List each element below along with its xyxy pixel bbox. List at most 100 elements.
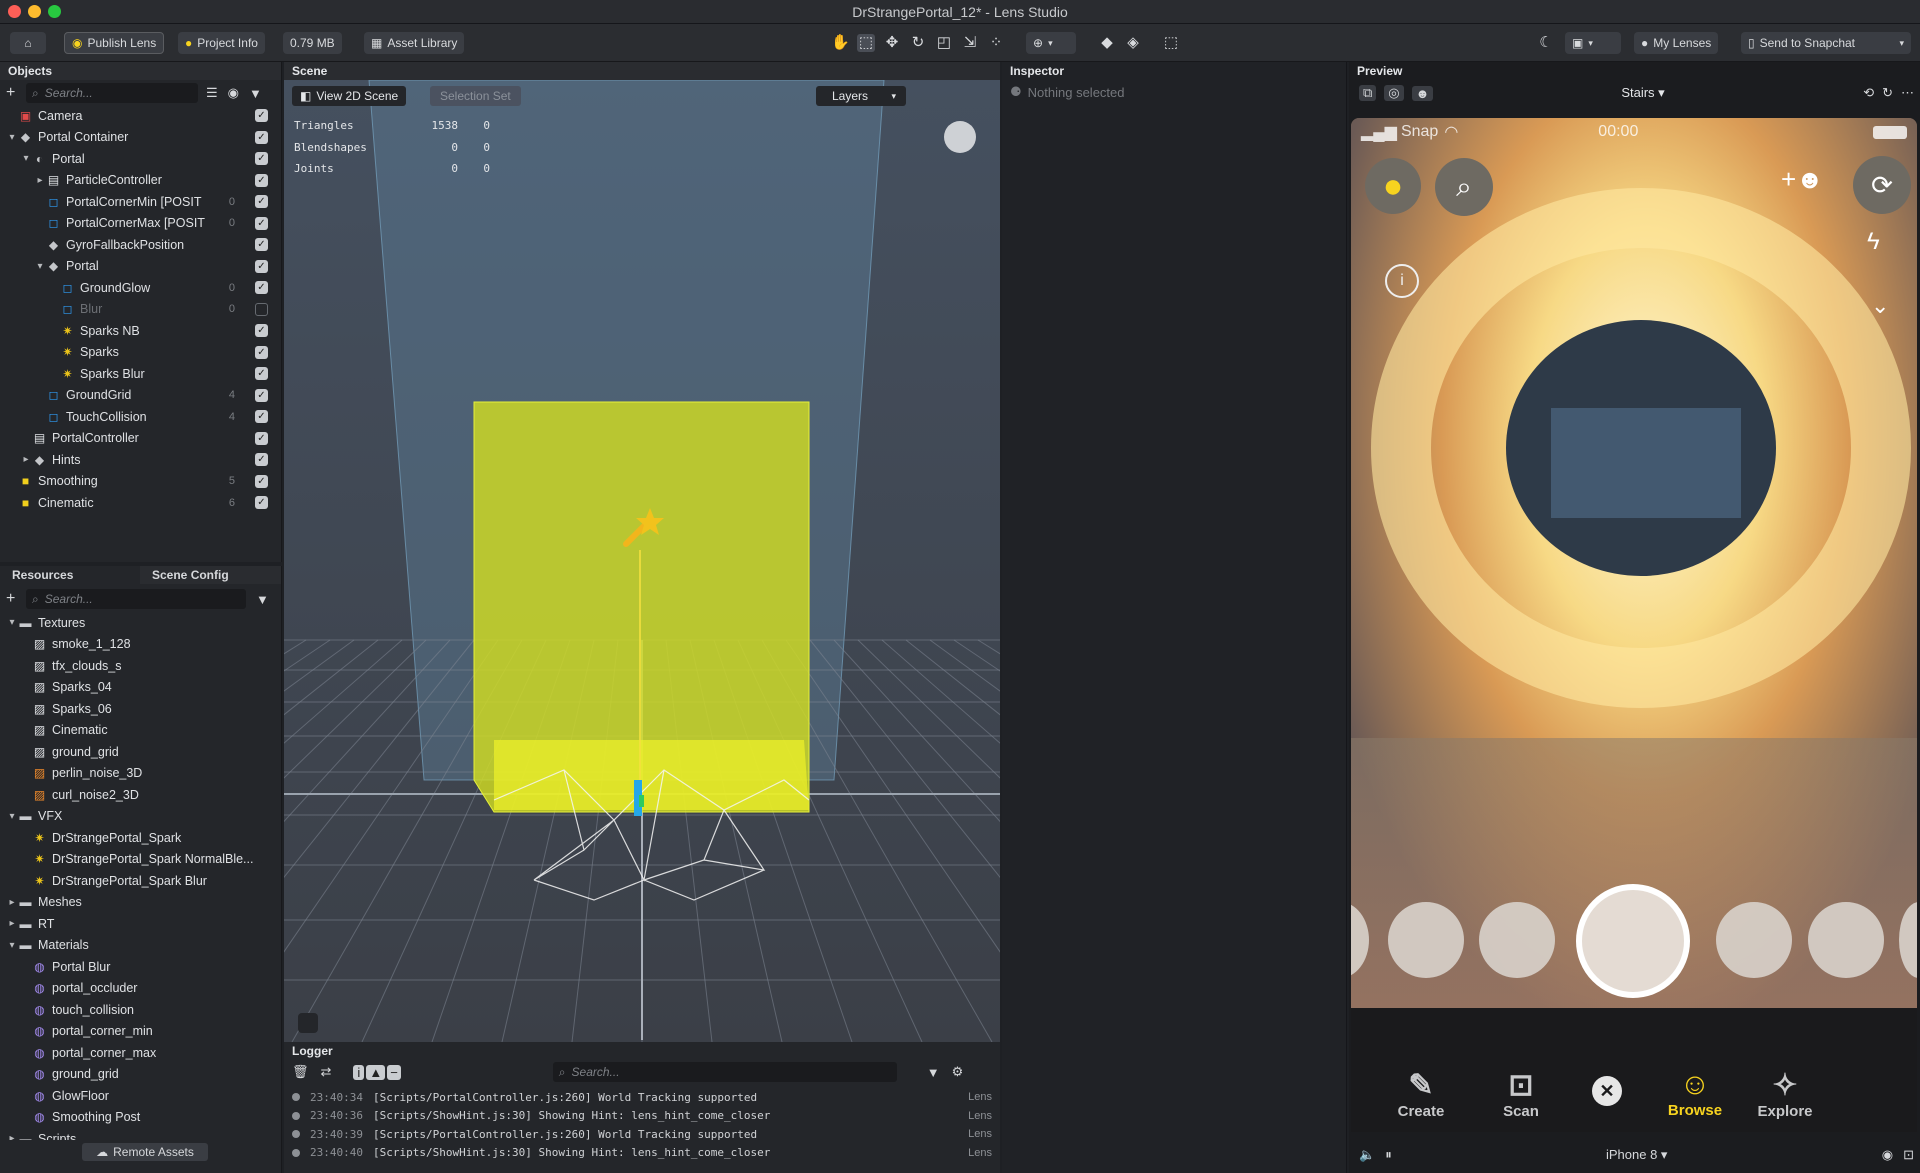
enabled-checkbox[interactable]: ✓ (255, 324, 268, 338)
enabled-checkbox[interactable]: ✓ (255, 367, 268, 381)
resource-tree-row[interactable]: ▾ ▬ Materials (0, 935, 280, 957)
shapes-icon[interactable]: ◈ (1124, 34, 1142, 52)
enabled-checkbox[interactable]: ✓ (255, 345, 268, 359)
resource-tree-row[interactable]: ◍ portal_occluder (0, 978, 280, 1000)
resource-tree-row[interactable]: ◍ GlowFloor (0, 1085, 280, 1107)
logger-search-input[interactable]: ⌕ Search... (552, 1062, 897, 1082)
publish-lens-button[interactable]: ◉ Publish Lens (64, 32, 165, 54)
flash-off-icon[interactable]: ϟ (1867, 228, 1880, 256)
filter-icon[interactable]: ▼ (927, 1065, 940, 1080)
webcam-icon[interactable]: ◎ (1384, 85, 1404, 101)
resource-tree-row[interactable]: ◍ portal_corner_min (0, 1021, 280, 1043)
lens-carousel-item[interactable] (1808, 902, 1884, 978)
nav-scan-button[interactable]: ⊡ Scan (1471, 1068, 1571, 1120)
resource-tree-row[interactable]: ▨ perlin_noise_3D (0, 763, 280, 785)
capture-button[interactable] (1576, 884, 1690, 998)
nav-explore-button[interactable]: ✧ Explore (1735, 1068, 1835, 1120)
add-friend-icon[interactable]: +☻ (1781, 164, 1824, 195)
dark-mode-icon[interactable]: ☾ (1537, 34, 1555, 52)
resource-tree-row[interactable]: ▨ curl_noise2_3D (0, 784, 280, 806)
log-row[interactable]: 23:40:34 [Scripts/PortalController.js:260… (292, 1088, 992, 1106)
search-button[interactable]: ⌕ (1435, 158, 1493, 216)
resource-tree-row[interactable]: ✷ DrStrangePortal_Spark NormalBle... (0, 849, 280, 871)
enabled-checkbox[interactable]: ✓ (255, 474, 268, 488)
rect-tool-icon[interactable]: ⇲ (961, 34, 979, 52)
resource-tree-row[interactable]: ▨ smoke_1_128 (0, 634, 280, 656)
object-tree-row[interactable]: ◻ PortalCornerMax [POSIT 0 ✓ (0, 213, 280, 235)
space-dropdown[interactable]: ⊕ ▾ (1026, 32, 1076, 54)
add-object-icon[interactable]: + (6, 84, 26, 102)
settings-gear-icon[interactable]: ⚙ (952, 1064, 964, 1080)
resource-tree-row[interactable]: ▸ ▬ RT (0, 913, 280, 935)
pause-icon[interactable]: ⏸ (1385, 1147, 1392, 1163)
objects-search-input[interactable]: ⌕ Search... (26, 83, 198, 103)
nav-create-button[interactable]: ✎ Create (1371, 1068, 1471, 1120)
info-button[interactable]: i (1385, 264, 1419, 298)
error-filter-icon[interactable]: − (387, 1064, 401, 1080)
chevron-right-icon[interactable]: ▸ (6, 918, 18, 929)
phone-screen[interactable]: ▂▄▆ Snap ◠ 00:00 ● ⌕ +☻ ⟳ ϟ ⌄ i (1351, 118, 1917, 1118)
lens-carousel-item[interactable] (1388, 902, 1464, 978)
device-select-dropdown[interactable]: iPhone 8 ▾ (1606, 1147, 1667, 1163)
chevron-right-icon[interactable]: ▸ (6, 1133, 18, 1140)
log-row[interactable]: 23:40:39 [Scripts/PortalController.js:260… (292, 1125, 992, 1143)
object-tree-row[interactable]: ▸ ◆ Hints ✓ (0, 449, 280, 471)
preview-layout-dropdown[interactable]: ▣ ▾ (1565, 32, 1621, 54)
log-row[interactable]: 23:40:40 [Scripts/ShowHint.js:30] Showing… (292, 1144, 992, 1162)
project-info-button[interactable]: ● Project Info (178, 32, 265, 54)
resource-tree-row[interactable]: ▨ tfx_clouds_s (0, 655, 280, 677)
resource-tree-row[interactable]: ◍ portal_corner_max (0, 1042, 280, 1064)
object-tree-row[interactable]: ◻ Blur 0 (0, 299, 280, 321)
scale-tool-icon[interactable]: ◰ (935, 34, 953, 52)
flip-camera-button[interactable]: ⟳ (1853, 156, 1911, 214)
object-tree-row[interactable]: ■ Cinematic 6 ✓ (0, 492, 280, 514)
enabled-checkbox[interactable]: ✓ (255, 453, 268, 467)
lens-carousel-item[interactable] (1479, 902, 1555, 978)
mute-icon[interactable]: 🔈 (1359, 1147, 1375, 1163)
chevron-down-icon[interactable]: ▾ (6, 617, 18, 628)
object-tree-row[interactable]: ◻ GroundGrid 4 ✓ (0, 385, 280, 407)
object-tree-row[interactable]: ▾ ◆ Portal Container ✓ (0, 127, 280, 149)
filter-icon[interactable]: ▼ (249, 86, 262, 101)
restart-icon[interactable]: ↻ (1882, 85, 1893, 101)
send-to-snapchat-button[interactable]: ▯ Send to Snapchat ▾ (1741, 32, 1911, 54)
chevron-right-icon[interactable]: ▸ (34, 175, 46, 186)
chevron-down-icon[interactable]: ▾ (34, 261, 46, 272)
record-icon[interactable]: ◉ (1882, 1147, 1893, 1163)
enabled-checkbox[interactable]: ✓ (255, 173, 268, 187)
resource-tree-row[interactable]: ▾ ▬ Textures (0, 612, 280, 634)
enabled-checkbox[interactable]: ✓ (255, 410, 268, 424)
resource-tree-row[interactable]: ✷ DrStrangePortal_Spark (0, 827, 280, 849)
add-resource-icon[interactable]: + (6, 590, 26, 608)
enabled-checkbox[interactable]: ✓ (255, 109, 268, 123)
object-tree-row[interactable]: ✷ Sparks ✓ (0, 342, 280, 364)
object-tree-row[interactable]: ▾ ◐ Portal ✓ (0, 148, 280, 170)
bitmoji-avatar[interactable]: ● (1365, 158, 1421, 214)
warning-filter-icon[interactable]: ▲ (366, 1064, 386, 1080)
view-2d-scene-button[interactable]: ◧ View 2D Scene (292, 86, 407, 106)
home-button[interactable]: ⌂ (10, 32, 46, 54)
enabled-checkbox[interactable]: ✓ (255, 130, 268, 144)
object-tree-row[interactable]: ✷ Sparks Blur ✓ (0, 363, 280, 385)
rotate-tool-icon[interactable]: ↻ (909, 34, 927, 52)
enabled-checkbox[interactable]: ✓ (255, 496, 268, 510)
lens-carousel-item[interactable] (1351, 902, 1369, 978)
chevron-down-icon[interactable]: ▾ (6, 811, 18, 822)
info-filter-icon[interactable]: i (353, 1064, 365, 1080)
asset-library-button[interactable]: ▦ Asset Library (364, 32, 465, 54)
resource-tree-row[interactable]: ✷ DrStrangePortal_Spark Blur (0, 870, 280, 892)
enabled-checkbox[interactable]: ✓ (255, 431, 268, 445)
my-lenses-button[interactable]: ● My Lenses (1634, 32, 1719, 54)
reset-preview-icon[interactable]: ⟲ (1863, 85, 1874, 101)
tab-scene-config[interactable]: Scene Config (140, 566, 241, 584)
resource-tree-row[interactable]: ▸ ▬ Scripts (0, 1128, 280, 1140)
scene-view[interactable]: Scene ◧ View 2D Scene Selection Set Laye… (284, 62, 1000, 1042)
chevron-right-icon[interactable]: ▸ (20, 454, 32, 465)
enabled-checkbox[interactable]: ✓ (255, 216, 268, 230)
preview-mode-icon[interactable]: ⧉ (1359, 85, 1377, 101)
enabled-checkbox[interactable]: ✓ (255, 152, 268, 166)
object-tree-row[interactable]: ◻ TouchCollision 4 ✓ (0, 406, 280, 428)
enabled-checkbox[interactable]: ✓ (255, 281, 268, 295)
resource-tree-row[interactable]: ▸ ▬ Meshes (0, 892, 280, 914)
clear-on-reset-icon[interactable]: ⇄ (321, 1064, 332, 1080)
